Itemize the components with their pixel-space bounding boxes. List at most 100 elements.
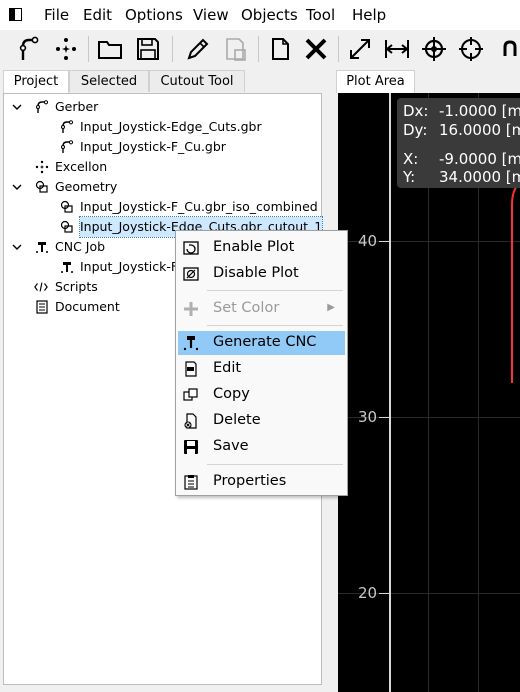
menu-item-copy[interactable]: Copy — [178, 383, 345, 407]
menu-bar: File Edit Options View Objects Tool Help — [0, 0, 520, 30]
cnc-job-icon — [36, 242, 48, 253]
menu-item-label: Copy — [213, 386, 250, 402]
save-icon[interactable] — [132, 33, 164, 65]
app-icon — [9, 8, 22, 21]
menu-edit[interactable]: Edit — [83, 6, 112, 24]
tree-item[interactable]: Input_Joystick-F_Cu.gbr — [4, 137, 321, 157]
dy-value: 16.0000 [m — [439, 121, 520, 139]
menu-item-edit[interactable]: Edit — [178, 357, 345, 381]
tree-label: Input_Joystick-F_Cu.gbr — [80, 139, 226, 154]
menu-item-properties[interactable]: Properties — [178, 470, 345, 494]
set-color-icon — [184, 302, 198, 316]
magnet-icon[interactable] — [494, 33, 520, 65]
toolbar — [0, 30, 520, 68]
menu-item-generate-cnc[interactable]: Generate CNC — [178, 331, 345, 355]
edit-pencil-icon[interactable] — [182, 33, 214, 65]
new-page-icon[interactable] — [264, 33, 296, 65]
menu-item-set-color: Set Color ▶ — [178, 297, 345, 321]
chevron-down-icon[interactable] — [12, 182, 22, 192]
y-value: 34.0000 [m — [439, 168, 520, 186]
tree-label: Input_Joystick-F_ — [80, 259, 185, 274]
tab-project[interactable]: Project — [3, 70, 69, 93]
menu-item-label: Edit — [213, 360, 242, 376]
enable-plot-icon — [183, 241, 199, 255]
menu-file[interactable]: File — [44, 6, 69, 24]
menu-view[interactable]: View — [193, 6, 229, 24]
tree-label: CNC Job — [55, 239, 106, 254]
menu-tool[interactable]: Tool — [306, 6, 335, 24]
tree-label: Input_Joystick-F_Cu.gbr_iso_combined — [80, 199, 318, 214]
excellon-icon — [35, 160, 49, 174]
excellon-open-icon[interactable] — [50, 33, 82, 65]
copy-icon — [183, 388, 198, 401]
menu-item-delete[interactable]: Delete — [178, 409, 345, 433]
tab-cutout-tool[interactable]: Cutout Tool — [149, 70, 245, 92]
menu-item-label: Properties — [213, 473, 287, 489]
cnc-job-file-icon — [61, 262, 73, 273]
tree-label: Input_Joystick-Edge_Cuts.gbr — [80, 119, 262, 134]
menu-item-label: Enable Plot — [213, 239, 295, 255]
folder-open-icon[interactable] — [94, 33, 126, 65]
gerber-open-icon[interactable] — [12, 33, 44, 65]
x-value: -9.0000 [m — [439, 150, 520, 168]
menu-item-label: Set Color — [213, 300, 280, 316]
tree-item[interactable]: Input_Joystick-F_Cu.gbr_iso_combined — [4, 197, 321, 217]
target-icon[interactable] — [418, 33, 450, 65]
tree-label: Scripts — [55, 279, 98, 294]
tree-group-excellon[interactable]: Excellon — [4, 157, 321, 177]
x-label: X: — [403, 150, 419, 168]
crosshair-icon[interactable] — [455, 33, 487, 65]
y-axis — [389, 93, 391, 692]
save-disabled-icon — [220, 33, 252, 65]
delete-icon — [184, 413, 197, 429]
menu-item-label: Delete — [213, 412, 261, 428]
menu-item-enable-plot[interactable]: Enable Plot — [178, 236, 345, 260]
dx-label: Dx: — [403, 102, 429, 120]
menu-item-disable-plot[interactable]: Disable Plot — [178, 262, 345, 286]
document-icon — [36, 300, 48, 314]
code-icon — [34, 282, 48, 292]
edit-icon — [185, 361, 197, 377]
tree-label: Excellon — [55, 159, 108, 174]
menu-item-label: Disable Plot — [213, 265, 299, 281]
menu-objects[interactable]: Objects — [241, 6, 298, 24]
context-menu: Enable Plot Disable Plot Set Color ▶ Gen… — [175, 230, 348, 496]
chevron-down-icon[interactable] — [12, 242, 22, 252]
tree-label: Gerber — [55, 99, 99, 114]
cnc-icon — [183, 336, 199, 351]
delete-x-icon[interactable] — [300, 33, 332, 65]
save-icon — [184, 440, 198, 454]
geometry-icon — [35, 180, 48, 193]
geometry-curve — [511, 183, 520, 383]
dx-value: -1.0000 [m — [439, 102, 520, 120]
y-tick-label: 40 — [358, 232, 378, 250]
menu-options[interactable]: Options — [125, 6, 183, 24]
tab-selected[interactable]: Selected — [69, 70, 149, 92]
menu-item-label: Save — [213, 438, 249, 454]
tree-label: Document — [55, 299, 120, 314]
left-panel-tabs: Project Selected Cutout Tool — [0, 70, 334, 93]
gerber-file-icon — [61, 120, 74, 133]
tree-item[interactable]: Input_Joystick-Edge_Cuts.gbr — [4, 117, 321, 137]
distance-icon[interactable] — [381, 33, 413, 65]
tree-group-geometry[interactable]: Geometry — [4, 177, 321, 197]
tab-plot-area[interactable]: Plot Area — [336, 70, 415, 93]
chevron-down-icon[interactable] — [12, 102, 22, 112]
zoom-fit-icon[interactable] — [344, 33, 376, 65]
properties-icon — [184, 475, 198, 490]
gerber-icon — [36, 100, 49, 113]
tree-group-gerber[interactable]: Gerber — [4, 97, 321, 117]
disable-plot-icon — [183, 267, 199, 281]
menu-item-label: Generate CNC — [213, 334, 317, 350]
gerber-file-icon — [61, 140, 74, 153]
dy-label: Dy: — [403, 121, 428, 139]
y-label: Y: — [403, 168, 416, 186]
y-tick-label: 20 — [358, 584, 378, 602]
submenu-arrow-icon: ▶ — [327, 302, 335, 313]
menu-help[interactable]: Help — [352, 6, 386, 24]
menu-item-save[interactable]: Save — [178, 435, 345, 459]
coordinate-readout: Dx: -1.0000 [m Dy: 16.0000 [m X: -9.0000… — [397, 98, 520, 188]
plot-canvas[interactable]: 40 30 20 Dx: -1.0000 [m Dy: 16.0000 [m X… — [338, 93, 520, 692]
y-tick-label: 30 — [358, 408, 378, 426]
geometry-file-icon — [60, 200, 73, 213]
